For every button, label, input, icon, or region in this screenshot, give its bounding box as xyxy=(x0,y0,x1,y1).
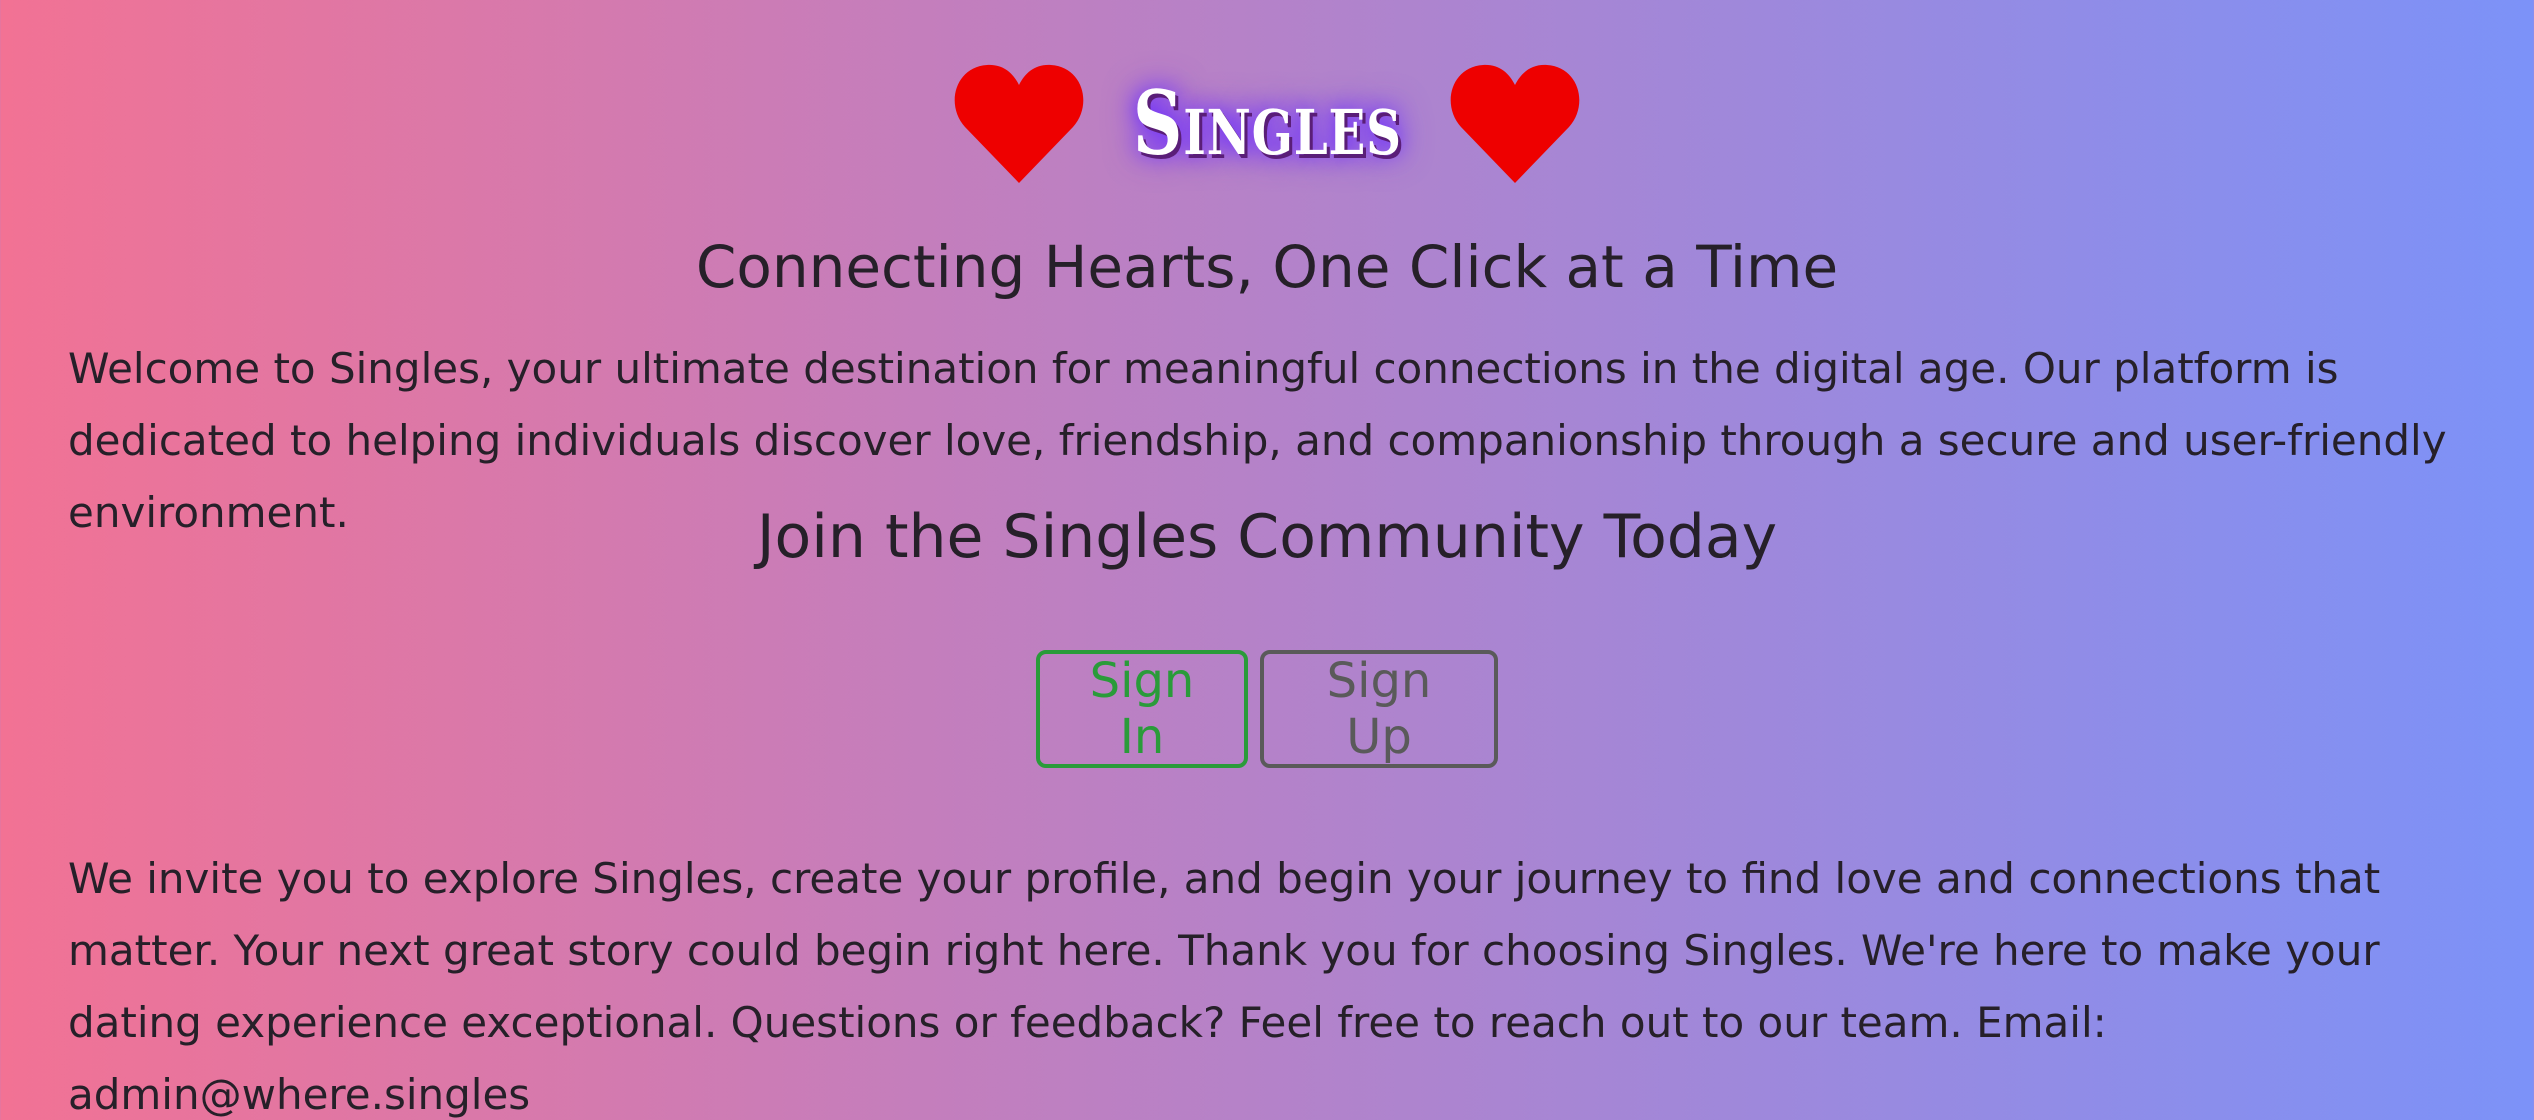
tagline-heading: Connecting Hearts, One Click at a Time xyxy=(695,233,1839,301)
outro-paragraph: We invite you to explore Singles, create… xyxy=(68,854,2381,1119)
site-logo-text: Singles xyxy=(1132,71,1402,175)
heart-icon xyxy=(951,59,1087,187)
sign-in-button[interactable]: Sign In xyxy=(1036,650,1248,768)
sign-up-button[interactable]: Sign Up xyxy=(1260,650,1498,768)
join-heading: Join the Singles Community Today xyxy=(756,502,1778,572)
heart-icon xyxy=(1447,59,1583,187)
logo-header: Singles xyxy=(0,58,2534,188)
auth-button-group: Sign In Sign Up xyxy=(0,650,2534,768)
